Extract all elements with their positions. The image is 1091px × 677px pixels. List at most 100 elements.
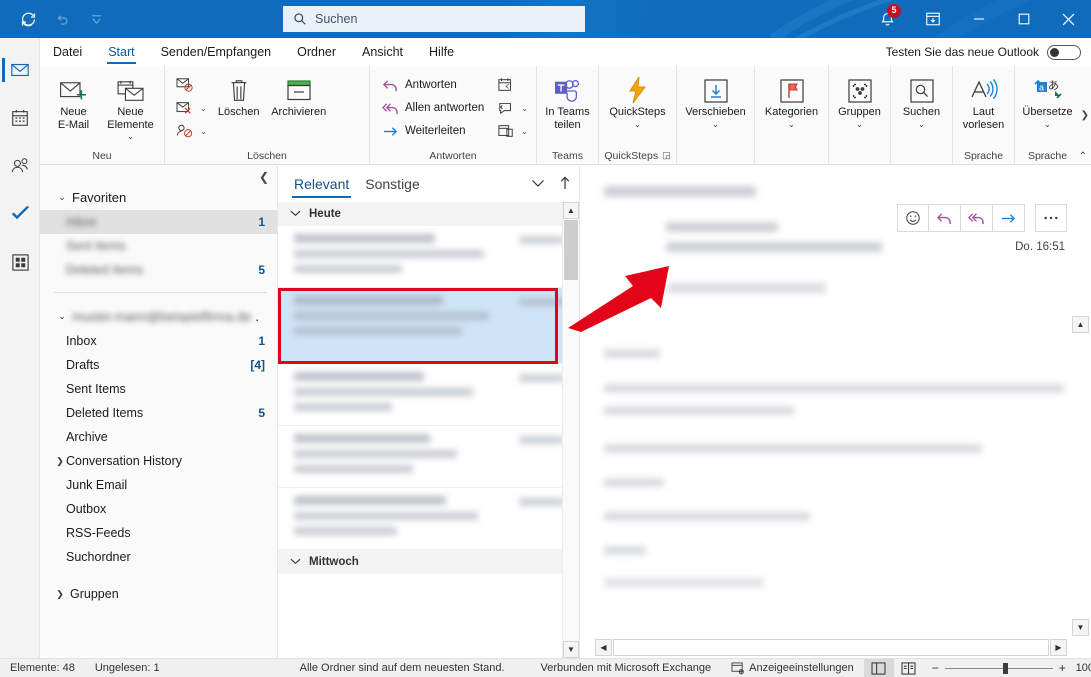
forward-button[interactable]: Weiterleiten bbox=[376, 120, 488, 142]
archive-button[interactable]: Archivieren bbox=[267, 71, 331, 119]
folder-rss-feeds[interactable]: RSS-Feeds bbox=[40, 521, 277, 545]
favorites-header[interactable]: ⌄ Favoriten bbox=[40, 184, 277, 210]
chevron-down-icon[interactable]: ⌄ bbox=[200, 104, 207, 113]
folder-conversation-history[interactable]: ❯ Conversation History bbox=[40, 449, 277, 473]
favorite-item-2[interactable]: Sent Items bbox=[40, 234, 277, 258]
chevron-down-icon[interactable]: ⌄ bbox=[712, 120, 719, 128]
chevron-down-icon[interactable]: ⌄ bbox=[1044, 120, 1051, 128]
favorite-item-3[interactable]: Deleted Items 5 bbox=[40, 258, 277, 282]
read-aloud-button[interactable]: Laut vorlesen bbox=[959, 71, 1008, 131]
message-row-3[interactable] bbox=[278, 364, 579, 426]
message-row-1[interactable] bbox=[278, 226, 579, 288]
zoom-slider[interactable]: − + bbox=[924, 661, 1074, 675]
folder-outbox[interactable]: Outbox bbox=[40, 497, 277, 521]
chevron-down-icon[interactable]: ⌄ bbox=[918, 120, 925, 128]
groups-button[interactable]: Gruppen ⌄ bbox=[835, 71, 884, 128]
display-settings-button[interactable]: Anzeigeeinstellungen bbox=[721, 661, 864, 675]
rail-item-tasks[interactable] bbox=[0, 190, 40, 238]
zoom-thumb[interactable] bbox=[1002, 662, 1008, 674]
share-to-teams-button[interactable]: In Teams teilen bbox=[543, 71, 592, 131]
chevron-down-icon[interactable]: ⌄ bbox=[788, 120, 795, 128]
group-header-mittwoch[interactable]: Mittwoch bbox=[278, 550, 579, 574]
message-row-5[interactable] bbox=[278, 488, 579, 550]
tab-relevant[interactable]: Relevant bbox=[286, 168, 357, 200]
zoom-track[interactable] bbox=[944, 662, 1053, 674]
chevron-down-icon[interactable]: ⌄ bbox=[127, 133, 134, 141]
filter-chevron-icon[interactable] bbox=[531, 177, 545, 191]
folder-sent-items[interactable]: Sent Items bbox=[40, 377, 277, 401]
folder-inbox[interactable]: Inbox 1 bbox=[40, 329, 277, 353]
chevron-down-icon[interactable]: ⌄ bbox=[634, 120, 641, 128]
quick-access-more-icon[interactable] bbox=[80, 4, 112, 34]
search-box[interactable]: Suchen bbox=[283, 6, 585, 32]
hscrollbar-track[interactable] bbox=[613, 639, 1049, 656]
reading-pane-hscrollbar[interactable]: ◀ ▶ bbox=[595, 639, 1067, 656]
tab-sonstige[interactable]: Sonstige bbox=[357, 168, 427, 200]
cleanup-button[interactable]: ⌄ bbox=[171, 97, 211, 119]
reply-button[interactable]: Antworten bbox=[376, 74, 488, 96]
collapse-ribbon-icon[interactable]: ⌃ bbox=[1079, 151, 1087, 162]
normal-view-button[interactable] bbox=[863, 658, 894, 677]
tab-senden-empfangen[interactable]: Senden/Empfangen bbox=[148, 38, 285, 66]
new-items-button[interactable]: Neue Elemente ⌄ bbox=[103, 71, 158, 141]
tab-datei[interactable]: Datei bbox=[40, 38, 95, 66]
message-row-4[interactable] bbox=[278, 426, 579, 488]
groups-header[interactable]: ❯ Gruppen bbox=[40, 581, 277, 607]
new-mail-button[interactable]: Neue E-Mail bbox=[46, 71, 101, 131]
chevron-down-icon[interactable]: ⌄ bbox=[856, 120, 863, 128]
move-button[interactable]: Verschieben ⌄ bbox=[683, 71, 748, 128]
rail-item-calendar[interactable] bbox=[0, 94, 40, 142]
scroll-up-arrow[interactable]: ▲ bbox=[1072, 316, 1089, 333]
tab-ansicht[interactable]: Ansicht bbox=[349, 38, 416, 66]
tab-start[interactable]: Start bbox=[95, 38, 147, 66]
favorite-item-1[interactable]: Inbox 1 bbox=[40, 210, 277, 234]
ribbon-overflow-icon[interactable]: ❯ bbox=[1081, 110, 1089, 121]
scroll-right-arrow[interactable]: ▶ bbox=[1050, 639, 1067, 656]
ignore-button[interactable] bbox=[171, 74, 211, 96]
find-button[interactable]: Suchen ⌄ bbox=[897, 71, 946, 128]
junk-button[interactable]: ⌄ bbox=[171, 120, 211, 142]
close-button[interactable] bbox=[1046, 0, 1091, 38]
scrollbar-track[interactable] bbox=[1072, 334, 1089, 618]
scroll-down-arrow[interactable]: ▼ bbox=[563, 641, 579, 658]
chevron-right-icon[interactable]: ❯ bbox=[54, 456, 66, 467]
scroll-up-arrow[interactable]: ▲ bbox=[563, 202, 579, 219]
reply-with-im-button[interactable]: ⌄ bbox=[492, 97, 532, 119]
translate-button[interactable]: a あ Übersetze ⌄ bbox=[1021, 71, 1074, 128]
folder-archive[interactable]: Archive bbox=[40, 425, 277, 449]
folder-junk-email[interactable]: Junk Email bbox=[40, 473, 277, 497]
toggle-switch[interactable] bbox=[1047, 44, 1081, 60]
ribbon-display-options-icon[interactable] bbox=[910, 0, 956, 38]
folder-suchordner[interactable]: Suchordner bbox=[40, 545, 277, 569]
message-row-2-selected[interactable] bbox=[278, 288, 579, 364]
reading-pane-scrollbar[interactable]: ▲ ▼ bbox=[1072, 316, 1089, 636]
tab-hilfe[interactable]: Hilfe bbox=[416, 38, 467, 66]
folder-deleted-items[interactable]: Deleted Items 5 bbox=[40, 401, 277, 425]
reply-all-button[interactable]: Allen antworten bbox=[376, 97, 488, 119]
rail-item-apps[interactable] bbox=[0, 238, 40, 286]
new-outlook-toggle[interactable]: Testen Sie das neue Outlook bbox=[886, 38, 1081, 66]
meeting-reply-button[interactable] bbox=[492, 74, 532, 96]
scroll-down-arrow[interactable]: ▼ bbox=[1072, 619, 1089, 636]
delete-button[interactable]: Löschen bbox=[213, 71, 265, 119]
react-emoji-button[interactable] bbox=[897, 204, 929, 232]
chevron-down-icon[interactable]: ⌄ bbox=[200, 127, 207, 136]
chevron-down-icon[interactable]: ⌄ bbox=[521, 127, 528, 136]
rail-item-mail[interactable] bbox=[0, 46, 40, 94]
forward-button[interactable] bbox=[993, 204, 1025, 232]
folder-drafts[interactable]: Drafts [4] bbox=[40, 353, 277, 377]
more-respond-button[interactable]: ⌄ bbox=[492, 120, 532, 142]
sort-arrow-up-icon[interactable] bbox=[559, 176, 571, 193]
quicksteps-button[interactable]: QuickSteps ⌄ bbox=[605, 71, 670, 128]
account-header[interactable]: ⌄ muster.mann@beispielfirma.de . bbox=[40, 303, 277, 329]
undo-icon[interactable] bbox=[46, 4, 78, 34]
zoom-out-button[interactable]: − bbox=[932, 661, 939, 675]
reply-all-button[interactable] bbox=[961, 204, 993, 232]
notification-bell-icon[interactable]: 5 bbox=[864, 0, 910, 38]
reply-button[interactable] bbox=[929, 204, 961, 232]
scroll-left-arrow[interactable]: ◀ bbox=[595, 639, 612, 656]
collapse-folder-pane-icon[interactable]: ❮ bbox=[259, 170, 269, 184]
minimize-button[interactable] bbox=[956, 0, 1001, 38]
rail-item-people[interactable] bbox=[0, 142, 40, 190]
reading-view-button[interactable] bbox=[894, 659, 924, 677]
